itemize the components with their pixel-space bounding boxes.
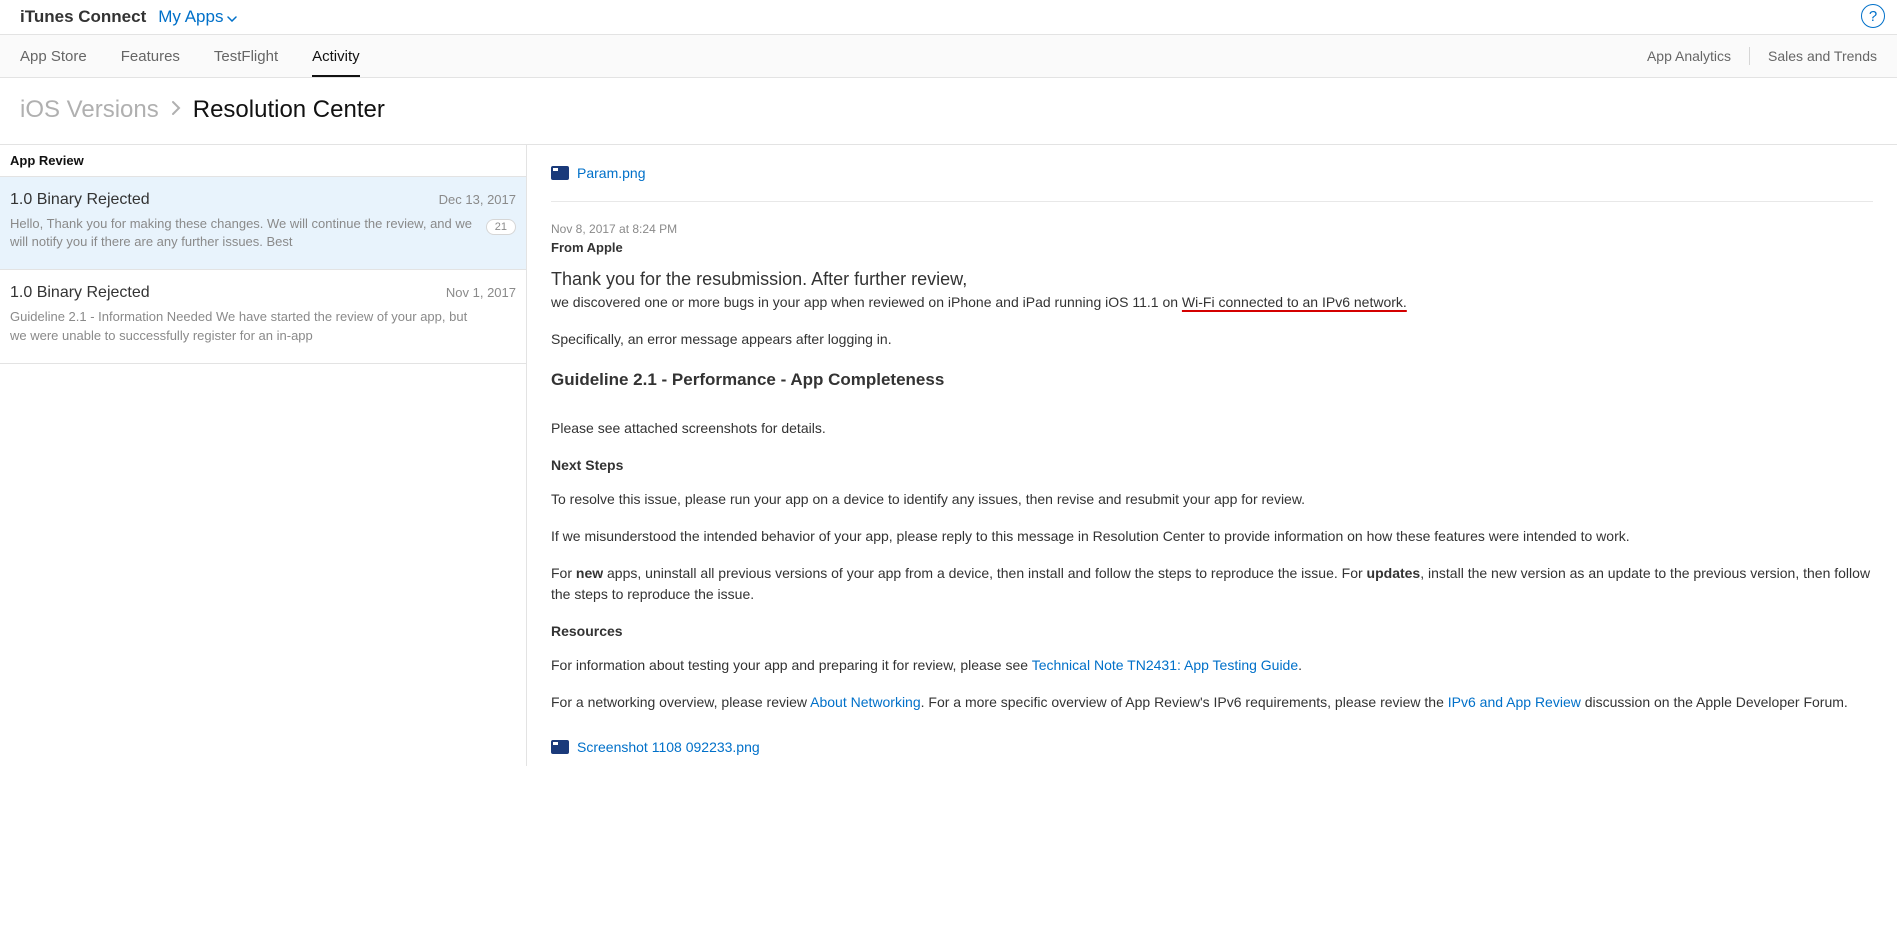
message-timestamp: Nov 8, 2017 at 8:24 PM	[551, 222, 1873, 236]
guideline-title: Guideline 2.1 - Performance - App Comple…	[551, 370, 1873, 390]
attachment-link[interactable]: Param.png	[577, 165, 645, 181]
breadcrumb-parent[interactable]: iOS Versions	[20, 96, 159, 124]
text: apps, uninstall all previous versions of…	[603, 565, 1366, 581]
sidebar: App Review 1.0 Binary Rejected Dec 13, 2…	[0, 145, 527, 766]
chevron-right-icon	[171, 99, 181, 122]
chevron-down-icon	[227, 7, 237, 27]
resource-text: For information about testing your app a…	[551, 655, 1873, 676]
tab-activity[interactable]: Activity	[312, 38, 360, 77]
count-badge: 21	[486, 219, 516, 235]
tab-testflight[interactable]: TestFlight	[214, 38, 278, 75]
tab-app-store[interactable]: App Store	[20, 38, 87, 75]
list-item-header: 1.0 Binary Rejected Dec 13, 2017	[10, 191, 516, 209]
help-icon[interactable]: ?	[1861, 4, 1885, 28]
sidebar-section-title: App Review	[0, 145, 526, 177]
list-item-preview: Hello, Thank you for making these change…	[10, 215, 516, 251]
message-line2: Specifically, an error message appears a…	[551, 329, 1873, 350]
divider	[1749, 47, 1750, 65]
main-wrap: App Review 1.0 Binary Rejected Dec 13, 2…	[0, 144, 1897, 766]
attachment-row: Screenshot 1108 092233.png	[551, 739, 1873, 755]
resources-label: Resources	[551, 623, 1873, 639]
image-file-icon	[551, 740, 569, 754]
message-headline: Thank you for the resubmission. After fu…	[551, 269, 1873, 290]
my-apps-label: My Apps	[158, 7, 223, 27]
text: For	[551, 565, 576, 581]
image-file-icon	[551, 166, 569, 180]
divider	[551, 201, 1873, 202]
my-apps-dropdown[interactable]: My Apps	[158, 7, 237, 27]
tabs-right: App Analytics Sales and Trends	[1647, 47, 1877, 65]
list-item-date: Nov 1, 2017	[446, 285, 516, 300]
step-text: For new apps, uninstall all previous ver…	[551, 563, 1873, 605]
link-sales-trends[interactable]: Sales and Trends	[1768, 48, 1877, 64]
list-item[interactable]: 1.0 Binary Rejected Dec 13, 2017 Hello, …	[0, 177, 526, 270]
list-item-title: 1.0 Binary Rejected	[10, 191, 150, 209]
next-steps-label: Next Steps	[551, 457, 1873, 473]
header-top: iTunes Connect My Apps ?	[0, 0, 1897, 34]
message-line1: we discovered one or more bugs in your a…	[551, 292, 1873, 313]
content-panel[interactable]: Param.png Nov 8, 2017 at 8:24 PM From Ap…	[527, 145, 1897, 766]
link-tech-note[interactable]: Technical Note TN2431: App Testing Guide	[1032, 657, 1298, 673]
tabs-left: App Store Features TestFlight Activity	[20, 38, 360, 75]
text: . For a more specific overview of App Re…	[921, 694, 1448, 710]
link-app-analytics[interactable]: App Analytics	[1647, 48, 1731, 64]
attach-note: Please see attached screenshots for deta…	[551, 418, 1873, 439]
step-text: To resolve this issue, please run your a…	[551, 489, 1873, 510]
tab-features[interactable]: Features	[121, 38, 180, 75]
list-item-header: 1.0 Binary Rejected Nov 1, 2017	[10, 284, 516, 302]
step-text: If we misunderstood the intended behavio…	[551, 526, 1873, 547]
brand-title: iTunes Connect	[20, 7, 146, 27]
list-item[interactable]: 1.0 Binary Rejected Nov 1, 2017 Guidelin…	[0, 270, 526, 363]
message-from: From Apple	[551, 240, 1873, 255]
resource-text: For a networking overview, please review…	[551, 692, 1873, 713]
attachment-row: Param.png	[551, 165, 1873, 181]
list-item-date: Dec 13, 2017	[439, 192, 516, 207]
bold-text: updates	[1367, 565, 1421, 581]
link-ipv6-review[interactable]: IPv6 and App Review	[1448, 694, 1581, 710]
text: For a networking overview, please review	[551, 694, 810, 710]
text: we discovered one or more bugs in your a…	[551, 294, 1182, 310]
tabs-bar: App Store Features TestFlight Activity A…	[0, 34, 1897, 78]
highlighted-text: Wi-Fi connected to an IPv6 network.	[1182, 294, 1407, 310]
breadcrumb-current: Resolution Center	[193, 96, 385, 124]
text: discussion on the Apple Developer Forum.	[1581, 694, 1848, 710]
breadcrumb: iOS Versions Resolution Center	[0, 78, 1897, 144]
list-item-title: 1.0 Binary Rejected	[10, 284, 150, 302]
bold-text: new	[576, 565, 603, 581]
list-item-preview: Guideline 2.1 - Information Needed We ha…	[10, 308, 516, 344]
link-about-networking[interactable]: About Networking	[810, 694, 921, 710]
attachment-link[interactable]: Screenshot 1108 092233.png	[577, 739, 760, 755]
text: For information about testing your app a…	[551, 657, 1032, 673]
text: .	[1298, 657, 1302, 673]
